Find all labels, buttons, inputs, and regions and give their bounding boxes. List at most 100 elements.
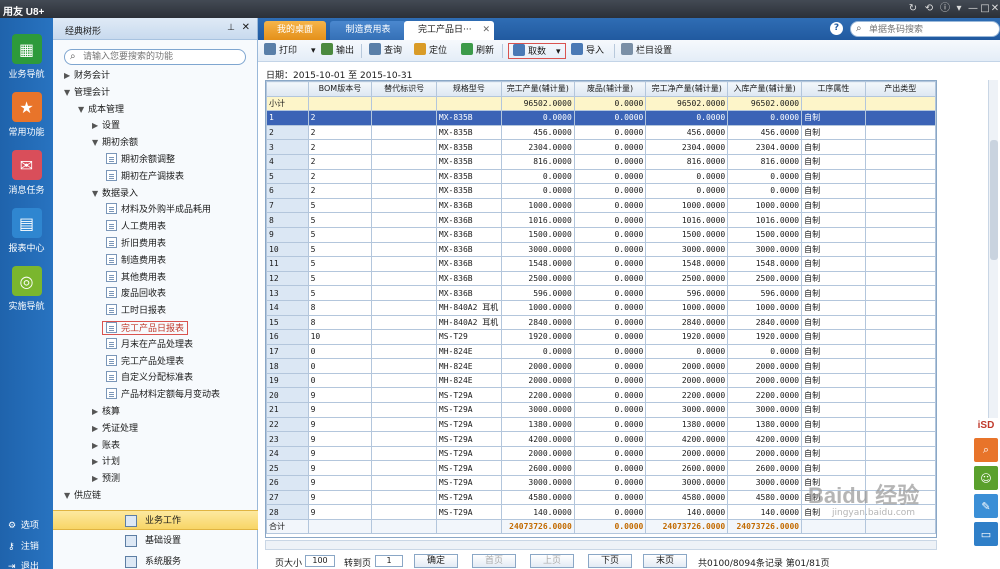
column-header[interactable]: 规格型号 xyxy=(435,81,502,97)
grid-cell[interactable] xyxy=(371,212,437,228)
table-row[interactable]: 13 5 MX-836B 596.0000 0.0000 596.0000 596.0000… xyxy=(266,285,936,301)
grid-cell[interactable]: 自制 xyxy=(801,314,866,331)
first-page-button[interactable]: 首页 xyxy=(472,554,516,568)
grid-cell[interactable]: 2304.0000 xyxy=(727,139,803,155)
grid-cell[interactable] xyxy=(864,197,936,214)
grid-cell[interactable] xyxy=(371,168,437,185)
function-search-input[interactable] xyxy=(83,51,241,63)
grid-cell[interactable]: 3000.0000 xyxy=(645,241,729,258)
grid-cell[interactable]: 816.0000 xyxy=(727,153,803,170)
grid-cell[interactable]: 自制 xyxy=(801,226,866,243)
column-header[interactable]: 完工产量(辅计量) xyxy=(500,81,575,97)
grid-cell[interactable]: MX-835B xyxy=(435,124,502,141)
tree-item[interactable]: ▼ 成本管理 xyxy=(78,103,124,117)
grid-cell[interactable]: 1000.0000 xyxy=(645,197,729,214)
grid-cell[interactable]: MS-T29A xyxy=(435,416,502,433)
grid-cell[interactable] xyxy=(864,343,936,360)
grid-cell[interactable]: 1500.0000 xyxy=(645,226,729,243)
tree-item[interactable]: 期初在产调拨表 xyxy=(106,169,184,184)
chevron-down-icon[interactable]: ▼ xyxy=(92,187,102,201)
grid-cell[interactable]: 1920.0000 xyxy=(645,329,729,345)
grid-cell[interactable]: 1000.0000 xyxy=(727,197,803,214)
horizontal-scrollbar[interactable] xyxy=(265,540,937,550)
grid-cell[interactable]: MS-T29A xyxy=(435,460,502,477)
tree-item-finished-product-daily[interactable]: 完工产品日报表 xyxy=(102,321,189,335)
tree-item[interactable]: ▼ 期初余额 xyxy=(92,136,138,150)
grid-cell[interactable]: 2 xyxy=(307,110,373,126)
grid-cell[interactable]: 3000.0000 xyxy=(727,402,803,418)
grid-cell[interactable]: 自制 xyxy=(801,460,866,477)
column-header[interactable] xyxy=(266,81,309,97)
grid-cell[interactable] xyxy=(371,110,437,126)
chevron-right-icon[interactable]: ▶ xyxy=(92,472,102,486)
grid-cell[interactable]: 自制 xyxy=(801,212,866,228)
grid-cell[interactable]: 自制 xyxy=(801,372,866,389)
tab-my-desktop[interactable]: 我的桌面 xyxy=(264,21,326,40)
grid-cell[interactable]: MX-835B xyxy=(435,168,502,185)
grid-cell[interactable] xyxy=(371,475,437,491)
grid-cell[interactable]: 2000.0000 xyxy=(727,358,803,374)
grid-cell[interactable]: 1380.0000 xyxy=(727,416,803,433)
grid-cell[interactable] xyxy=(864,183,936,199)
grid-cell[interactable]: 2840.0000 xyxy=(500,314,575,331)
grid-cell[interactable]: 自制 xyxy=(801,358,866,374)
grid-cell[interactable]: 0.0000 xyxy=(727,110,803,126)
grid-cell[interactable] xyxy=(371,416,437,433)
grid-cell[interactable] xyxy=(864,329,936,345)
grid-cell[interactable] xyxy=(864,358,936,374)
grid-cell[interactable]: 5 xyxy=(307,197,373,214)
grid-cell[interactable]: 8 xyxy=(307,299,373,316)
row-number[interactable]: 21 xyxy=(266,402,309,418)
row-number[interactable]: 27 xyxy=(266,489,309,506)
row-number[interactable]: 16 xyxy=(266,329,309,345)
grid-cell[interactable]: 0.0000 xyxy=(645,183,729,199)
row-number[interactable]: 15 xyxy=(266,314,309,331)
row-number[interactable]: 2 xyxy=(266,124,309,141)
help-icon[interactable]: ? xyxy=(830,22,843,35)
tree-item[interactable]: 月末在产品处理表 xyxy=(106,337,193,352)
grid-cell[interactable]: MS-T29 xyxy=(435,329,502,345)
tree-close-icon[interactable]: ✕ xyxy=(242,22,250,33)
chevron-right-icon[interactable]: ▶ xyxy=(92,439,102,453)
grid-cell[interactable]: 自制 xyxy=(801,270,866,287)
grid-cell[interactable]: 5 xyxy=(307,212,373,228)
fetch-data-dropdown-icon[interactable]: ▾ xyxy=(556,47,561,57)
grid-cell[interactable]: 0.0000 xyxy=(573,139,647,155)
table-row[interactable]: 16 10 MS-T29 1920.0000 0.0000 1920.0000 1920.0… xyxy=(266,329,936,345)
grid-cell[interactable] xyxy=(371,372,437,389)
grid-cell[interactable]: 456.0000 xyxy=(645,124,729,141)
grid-cell[interactable]: MX-836B xyxy=(435,226,502,243)
row-number[interactable]: 18 xyxy=(266,358,309,374)
chevron-down-icon[interactable]: ▼ xyxy=(92,136,102,150)
grid-cell[interactable]: 0.0000 xyxy=(573,124,647,141)
logout-button[interactable]: ⚷ 注销 xyxy=(8,539,39,552)
row-number[interactable]: 19 xyxy=(266,372,309,389)
grid-cell[interactable]: 自制 xyxy=(801,256,866,272)
grid-cell[interactable]: 1000.0000 xyxy=(645,299,729,316)
exit-button[interactable]: ⇥ 退出 xyxy=(8,559,39,569)
table-row[interactable]: 12 5 MX-836B 2500.0000 0.0000 2500.0000 2500.0… xyxy=(266,270,936,287)
table-row[interactable]: 5 2 MX-835B 0.0000 0.0000 0.0000 0.0000 自制 xyxy=(266,168,936,185)
grid-cell[interactable]: MH-824E xyxy=(435,372,502,389)
grid-cell[interactable]: 9 xyxy=(307,489,373,506)
grid-cell[interactable]: 2840.0000 xyxy=(645,314,729,331)
tab-manufacturing-cost[interactable]: 制造费用表 xyxy=(330,21,406,40)
grid-cell[interactable]: 2000.0000 xyxy=(645,372,729,389)
locate-button[interactable]: 定位 xyxy=(414,43,447,59)
goto-page-input[interactable]: 1 xyxy=(375,555,403,567)
grid-cell[interactable]: 456.0000 xyxy=(500,124,575,141)
grid-cell[interactable]: 2000.0000 xyxy=(645,445,729,462)
menu-dropdown-icon[interactable]: ▾ xyxy=(952,2,966,16)
grid-cell[interactable] xyxy=(371,226,437,243)
prev-page-button[interactable]: 上页 xyxy=(530,554,574,568)
refresh-icon[interactable]: ↻ xyxy=(906,2,920,16)
tree-item[interactable]: ▶ 计划 xyxy=(92,455,120,469)
grid-cell[interactable]: 0.0000 xyxy=(727,183,803,199)
tree-item[interactable]: ▶ 设置 xyxy=(92,119,120,133)
grid-cell[interactable]: 2000.0000 xyxy=(645,358,729,374)
grid-cell[interactable]: 1000.0000 xyxy=(500,197,575,214)
grid-cell[interactable]: 0.0000 xyxy=(573,431,647,447)
tree-item[interactable]: 产品材料定额每月变动表 xyxy=(106,388,220,402)
back-icon[interactable]: ⟲ xyxy=(922,2,936,16)
grid-cell[interactable] xyxy=(371,329,437,345)
